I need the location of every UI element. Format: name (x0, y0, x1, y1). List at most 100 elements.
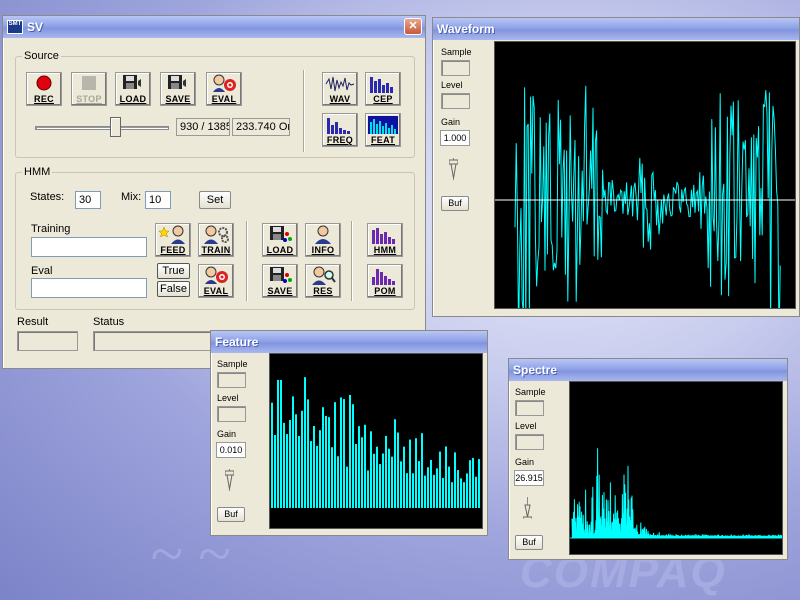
waveform-level-box (441, 93, 470, 109)
app-icon: SMT (7, 20, 23, 34)
status-display (93, 331, 211, 351)
feature-gain-value: 0.010 (216, 442, 246, 458)
train-label: TRAIN (201, 245, 231, 255)
mix-input[interactable]: 10 (145, 191, 171, 209)
hmm-eval-button[interactable]: EVAL (198, 264, 234, 298)
feat-view-button[interactable]: FEAT (365, 113, 401, 147)
save-button[interactable]: SAVE (160, 72, 196, 106)
spectre-gain-label: Gain (515, 457, 535, 467)
feature-bar (373, 453, 375, 508)
feature-buf-button[interactable]: Buf (217, 507, 245, 522)
freq-view-button[interactable]: FREQ (322, 113, 358, 147)
set-button[interactable]: Set (199, 191, 231, 209)
spectre-buf-button[interactable]: Buf (515, 535, 543, 550)
mix-label: Mix: (121, 191, 142, 203)
true-indicator[interactable]: True (157, 263, 190, 279)
info-button[interactable]: INFO (305, 223, 341, 257)
hmm-save-button[interactable]: SAVE (262, 264, 298, 298)
pom-label: POM (374, 286, 396, 296)
feature-bar (382, 453, 384, 508)
feature-bar (379, 464, 381, 508)
pom-button[interactable]: POM (367, 264, 403, 298)
feature-bar (283, 422, 285, 508)
feature-bar (376, 446, 378, 508)
waveform-gain-slider[interactable] (449, 158, 458, 180)
hmm-view-label: HMM (373, 245, 397, 255)
freq-label: FREQ (326, 135, 354, 145)
spectre-sample-box (515, 400, 544, 416)
res-button[interactable]: RES (305, 264, 341, 298)
sv-window: SMT SV ✕ Source REC STOP LOAD SAVE EVAL … (2, 15, 426, 369)
feature-bar (454, 452, 456, 508)
hmm-legend: HMM (24, 166, 51, 178)
sv-titlebar[interactable]: SMT SV ✕ (3, 16, 425, 38)
hmm-eval-label: EVAL (203, 286, 229, 296)
feature-bar (271, 402, 273, 508)
feature-bar (460, 478, 462, 508)
feature-bar (349, 394, 351, 508)
feature-bar (292, 396, 294, 508)
feature-bar (322, 407, 324, 508)
feature-bar (451, 482, 453, 508)
position-slider-track[interactable] (35, 126, 169, 130)
states-label: States: (30, 191, 65, 203)
stop-button[interactable]: STOP (71, 72, 107, 106)
waveform-buf-button[interactable]: Buf (441, 196, 469, 211)
waveform-titlebar[interactable]: Waveform (433, 18, 799, 40)
feature-bar (403, 446, 405, 508)
feature-bar (331, 447, 333, 508)
eval-button[interactable]: EVAL (206, 72, 242, 106)
person-gears-icon (204, 225, 229, 244)
feature-scope (269, 353, 483, 529)
feature-bar (436, 468, 438, 508)
spectre-level-label: Level (515, 421, 537, 431)
feature-bar (325, 415, 327, 508)
feature-bar (289, 420, 291, 508)
false-indicator[interactable]: False (157, 281, 190, 297)
person-icon (315, 225, 331, 244)
feature-bar (346, 466, 348, 508)
feature-bar (445, 446, 447, 508)
feed-button[interactable]: FEED (155, 223, 191, 257)
eval-input[interactable] (31, 278, 147, 298)
waveform-gain-label: Gain (441, 117, 461, 127)
wav-view-button[interactable]: WAV (322, 72, 358, 106)
feature-bar (328, 417, 330, 508)
spectre-gain-slider[interactable] (523, 497, 532, 519)
feature-bar (343, 399, 345, 508)
training-label: Training (31, 223, 71, 235)
states-input[interactable]: 30 (75, 191, 101, 209)
feature-titlebar[interactable]: Feature (211, 331, 487, 353)
floppy-dots-icon (270, 226, 292, 242)
res-label: RES (313, 286, 333, 296)
eval-field-label: Eval (31, 265, 53, 277)
hmm-load-button[interactable]: LOAD (262, 223, 298, 257)
hmm-view-button[interactable]: HMM (367, 223, 403, 257)
feature-level-box (217, 406, 246, 422)
result-display (17, 331, 78, 351)
rec-button[interactable]: REC (26, 72, 62, 106)
close-button[interactable]: ✕ (404, 18, 422, 35)
train-button[interactable]: TRAIN (198, 223, 234, 257)
feature-bar (466, 473, 468, 508)
feature-bar (424, 475, 426, 508)
floppy-speaker-icon (123, 75, 141, 89)
spectre-trace (571, 448, 782, 539)
feature-bar (469, 460, 471, 508)
spectre-gain-value: 26.915 (514, 470, 544, 486)
load-button[interactable]: LOAD (115, 72, 151, 106)
position-slider-thumb[interactable] (110, 117, 122, 137)
info-label: INFO (311, 245, 335, 255)
feature-bar (394, 419, 396, 508)
stop-icon (82, 76, 96, 90)
waveform-icon (325, 76, 355, 92)
cep-view-button[interactable]: CEP (365, 72, 401, 106)
spectre-title: Spectre (513, 363, 558, 377)
waveform-gain-value: 1.000 (440, 130, 470, 146)
feature-gain-slider[interactable] (225, 469, 234, 491)
training-input[interactable] (31, 237, 147, 257)
spectre-titlebar[interactable]: Spectre (509, 359, 787, 381)
floppy-speaker-icon (168, 75, 186, 89)
feature-bar (478, 459, 480, 508)
waveform-trace (514, 85, 781, 308)
